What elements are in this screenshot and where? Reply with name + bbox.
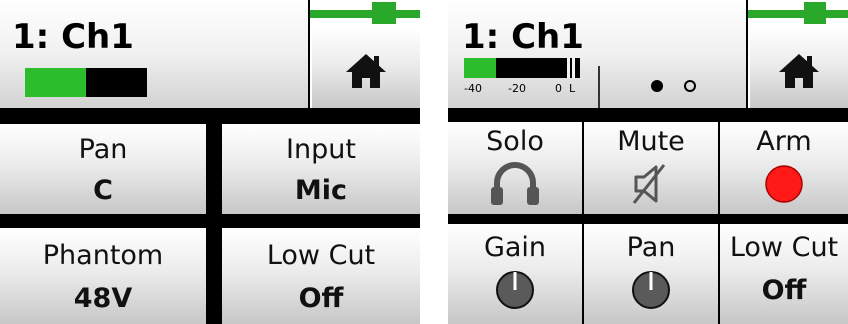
pan-cell[interactable]: Pan xyxy=(584,224,718,324)
low-cut-value: Off xyxy=(298,283,344,314)
meter-tick-label: L xyxy=(569,82,576,95)
home-button[interactable] xyxy=(312,28,420,108)
gain-label: Gain xyxy=(483,232,547,263)
fader-strip[interactable] xyxy=(748,0,848,26)
low-cut-cell[interactable]: Low Cut Off xyxy=(222,228,420,324)
header-divider xyxy=(598,66,600,108)
meter-peak-marker xyxy=(567,58,570,78)
channel-mixer-screen: 1: Ch1 -40 -20 0 L Solo Mute Arm Gain Pa… xyxy=(448,0,848,324)
meter-tick-label: 0 xyxy=(555,82,562,95)
low-cut-value: Off xyxy=(761,275,807,306)
fader-bar xyxy=(310,10,420,18)
level-meter-fill xyxy=(464,58,496,78)
fader-home-block xyxy=(310,0,420,108)
pan-value: C xyxy=(93,175,113,206)
low-cut-label: Low Cut xyxy=(266,240,376,271)
input-label: Input xyxy=(286,134,356,165)
solo-label: Solo xyxy=(486,126,544,157)
input-cell[interactable]: Input Mic xyxy=(222,124,420,214)
low-cut-cell[interactable]: Low Cut Off xyxy=(720,224,848,324)
fader-bar xyxy=(748,10,848,18)
phantom-label: Phantom xyxy=(42,240,164,271)
home-icon xyxy=(346,54,386,88)
meter-peak-marker xyxy=(572,58,575,78)
fader-handle[interactable] xyxy=(371,2,396,24)
phantom-value: 48V xyxy=(73,283,133,314)
arm-button[interactable]: Arm xyxy=(720,122,848,214)
input-value: Mic xyxy=(294,175,348,206)
knob-icon xyxy=(496,271,534,309)
channel-title: 1: Ch1 xyxy=(462,17,584,57)
gain-cell[interactable]: Gain xyxy=(448,224,582,324)
headphones-icon xyxy=(491,162,539,205)
channel-settings-screen: 1: Ch1 Pan C Input Mic Phantom 48V Low C… xyxy=(0,0,420,324)
arm-label: Arm xyxy=(756,126,812,157)
phantom-cell[interactable]: Phantom 48V xyxy=(0,228,206,324)
fader-strip[interactable] xyxy=(310,0,420,26)
channel-title: 1: Ch1 xyxy=(12,17,134,57)
home-icon xyxy=(779,54,819,88)
page-dot-inactive[interactable] xyxy=(684,80,696,92)
knob-icon xyxy=(632,271,670,309)
low-cut-label: Low Cut xyxy=(729,232,839,263)
level-meter xyxy=(464,58,580,78)
channel-header: 1: Ch1 -40 -20 0 L xyxy=(448,0,746,108)
mute-label: Mute xyxy=(617,126,685,157)
solo-button[interactable]: Solo xyxy=(448,122,582,214)
mute-button[interactable]: Mute xyxy=(584,122,718,214)
meter-tick-label: -40 xyxy=(464,82,482,95)
meter-tick-label: -20 xyxy=(508,82,526,95)
speaker-muted-icon xyxy=(632,164,666,204)
page-dot-active[interactable] xyxy=(651,80,663,92)
home-button[interactable] xyxy=(750,28,848,108)
channel-header: 1: Ch1 xyxy=(0,0,308,108)
level-meter xyxy=(25,68,147,97)
fader-handle[interactable] xyxy=(804,2,827,24)
pan-cell[interactable]: Pan C xyxy=(0,124,206,214)
record-arm-icon xyxy=(765,165,803,203)
pan-label: Pan xyxy=(78,134,128,165)
level-meter-fill xyxy=(25,68,86,97)
pan-label: Pan xyxy=(626,232,676,263)
fader-home-block xyxy=(748,0,848,108)
